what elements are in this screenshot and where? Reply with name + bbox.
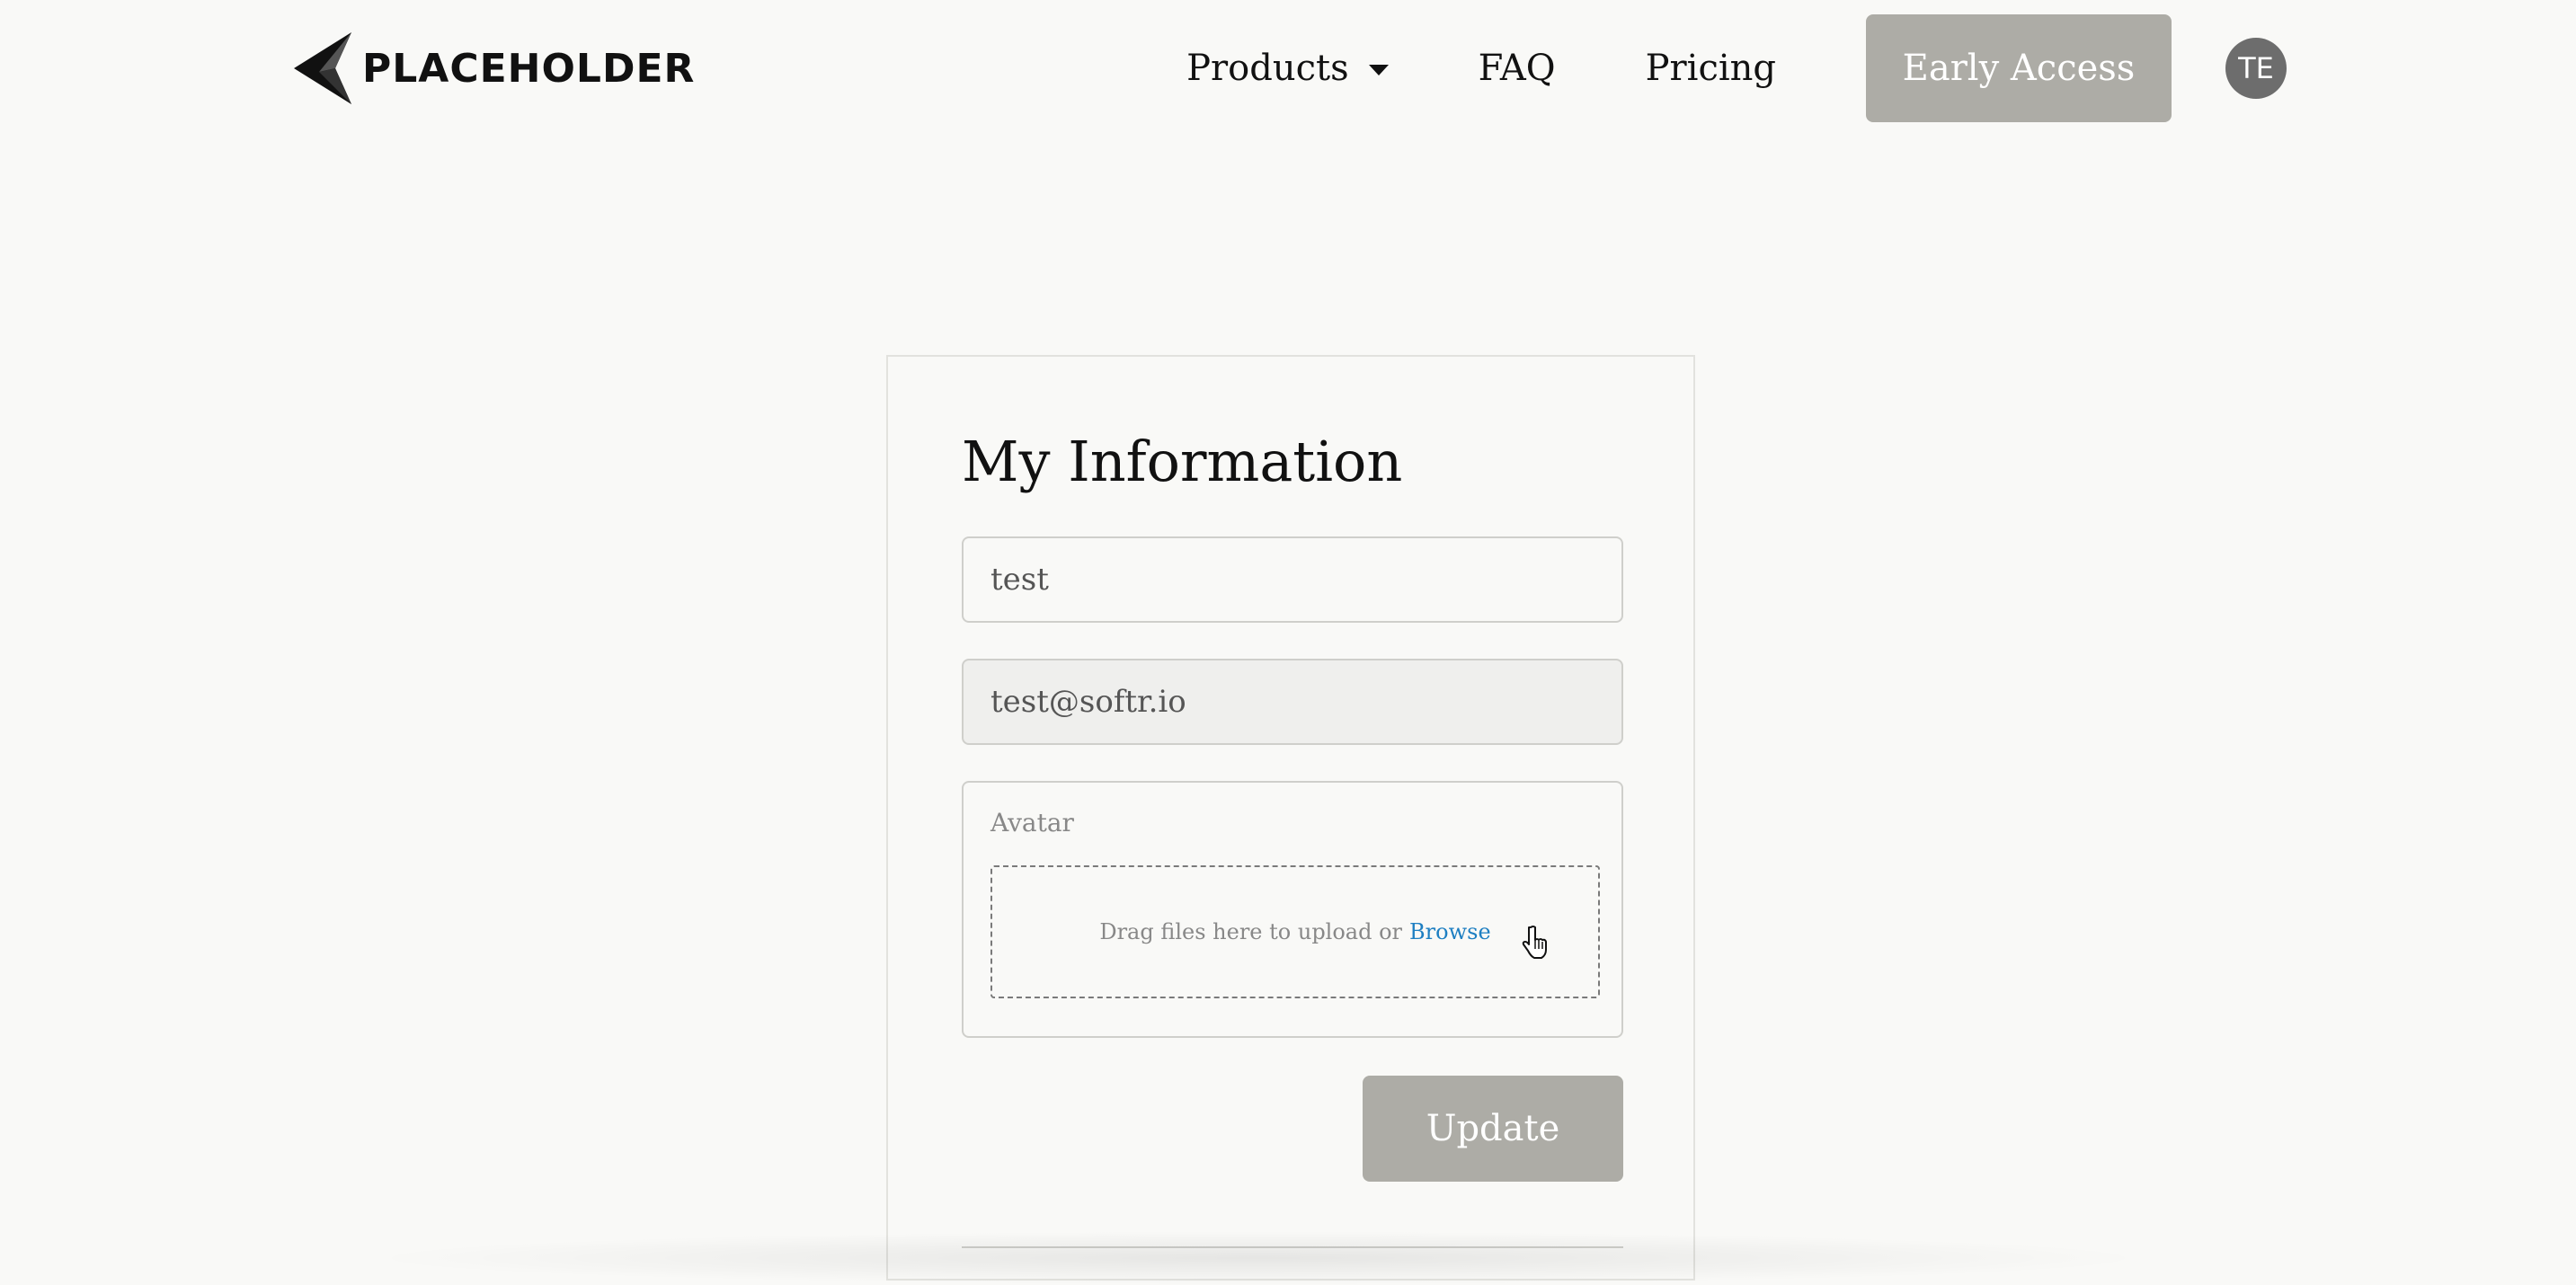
hand-pointer-icon	[1522, 926, 1547, 959]
nav-products-label: Products	[1186, 48, 1349, 89]
dropzone-text: Drag files here to upload or	[1099, 919, 1403, 944]
avatar-label: Avatar	[990, 808, 1074, 837]
nav-products-dropdown[interactable]: Products	[1186, 48, 1389, 89]
caret-down-icon	[1368, 65, 1389, 75]
bottom-shadow	[360, 1231, 2157, 1285]
update-button[interactable]: Update	[1363, 1076, 1623, 1182]
brand-logo[interactable]: PLACEHOLDER	[292, 31, 695, 106]
site-header: PLACEHOLDER Products FAQ Pricing Early A…	[0, 0, 2576, 137]
email-field[interactable]	[962, 659, 1623, 745]
avatar-dropzone[interactable]: Drag files here to upload or Browse	[990, 865, 1600, 998]
early-access-button[interactable]: Early Access	[1866, 14, 2172, 122]
browse-link[interactable]: Browse	[1409, 919, 1491, 944]
avatar-upload: Avatar Drag files here to upload or Brow…	[962, 781, 1623, 1038]
nav-pricing-link[interactable]: Pricing	[1646, 48, 1776, 89]
brand-name: PLACEHOLDER	[362, 45, 696, 92]
name-field[interactable]	[962, 536, 1623, 623]
nav-faq-link[interactable]: FAQ	[1479, 48, 1556, 89]
user-avatar[interactable]: TE	[2225, 38, 2287, 99]
my-information-card: My Information Avatar Drag files here to…	[886, 355, 1695, 1281]
main-nav: Products FAQ Pricing Early Access TE	[1186, 14, 2287, 122]
paper-plane-logo-icon	[294, 32, 351, 104]
page-title: My Information	[962, 429, 1403, 494]
